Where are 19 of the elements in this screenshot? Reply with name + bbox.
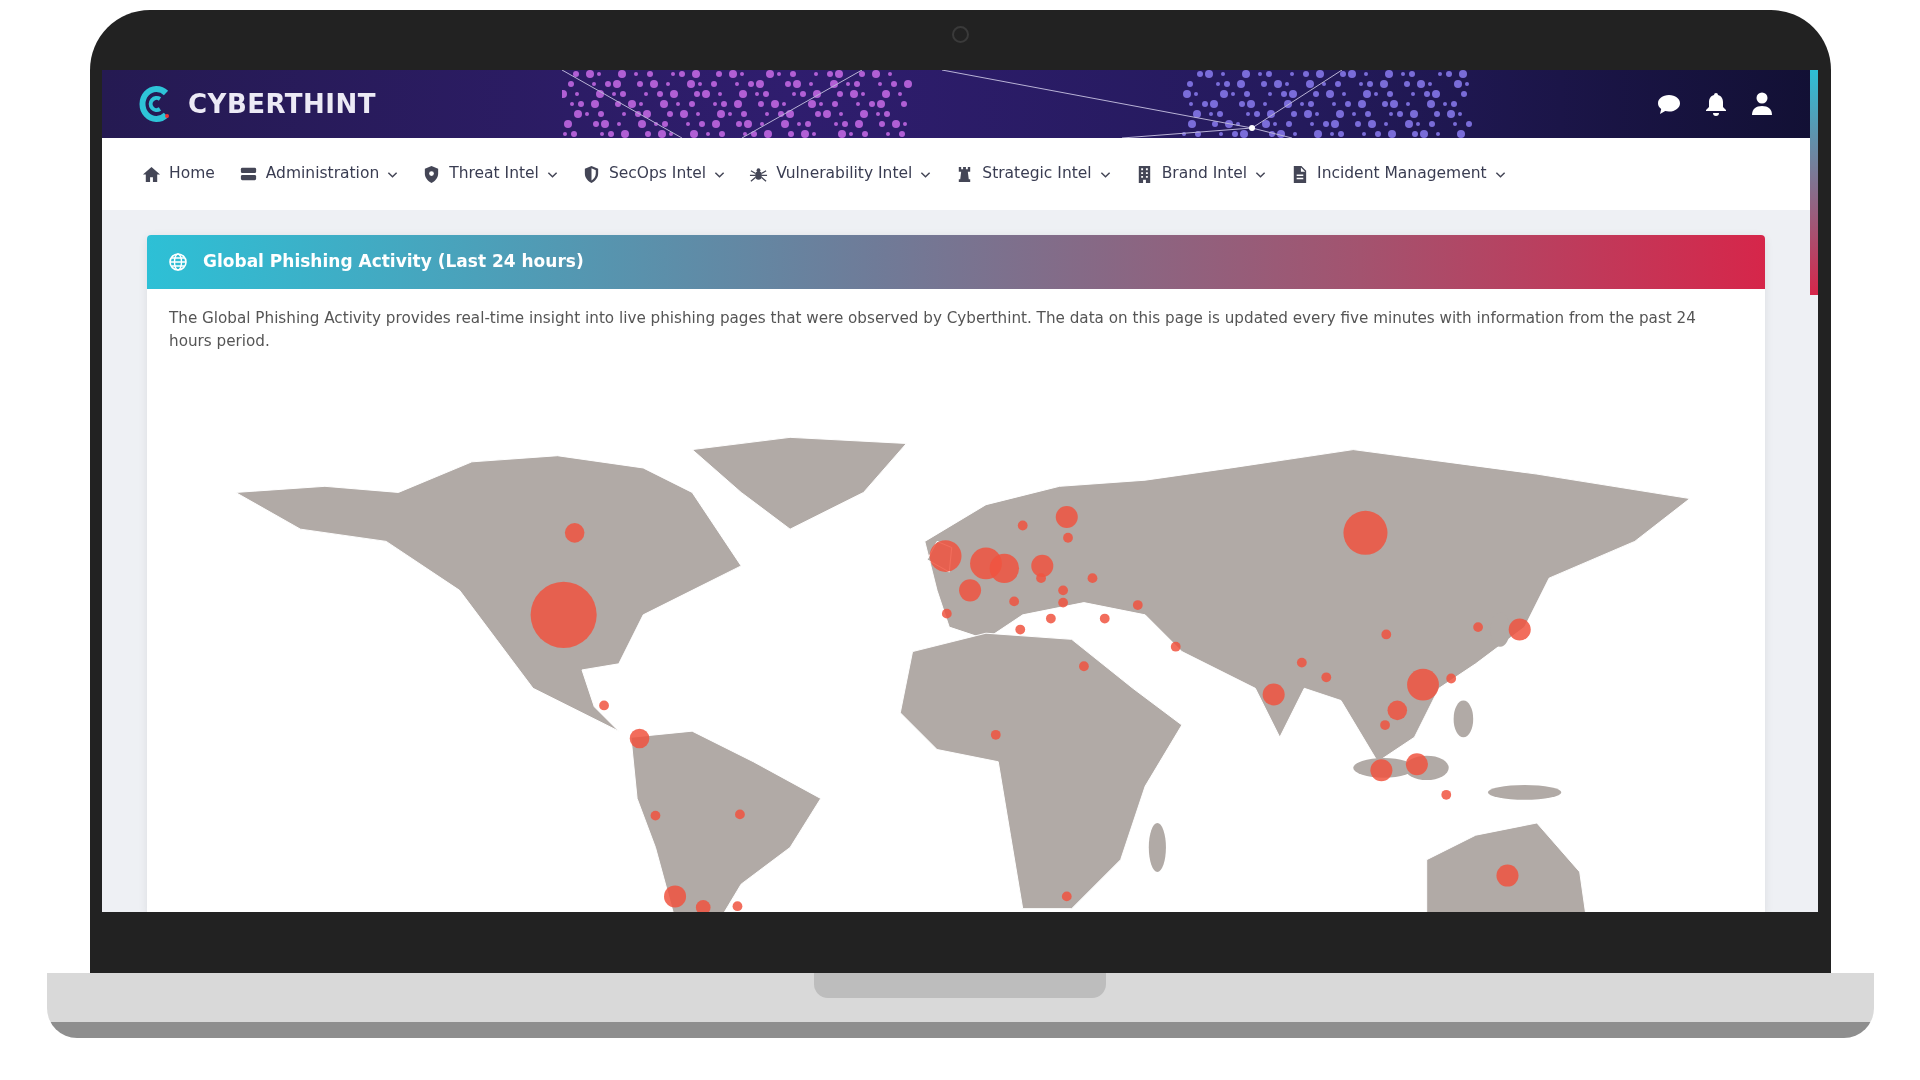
nav-link[interactable]: Threat Intel: [422, 162, 558, 186]
nav-link[interactable]: SecOps Intel: [581, 162, 726, 186]
bell-icon[interactable]: [1705, 92, 1727, 116]
nav-link[interactable]: Administration: [238, 162, 399, 186]
nav-link[interactable]: Incident Management: [1290, 162, 1506, 186]
scrollbar-thumb[interactable]: [1810, 70, 1818, 295]
logo-icon: [138, 85, 172, 123]
nav-link[interactable]: Home: [142, 162, 215, 186]
chat-icon[interactable]: [1657, 93, 1681, 115]
card-title: Global Phishing Activity (Last 24 hours): [203, 250, 584, 274]
description-text: The Global Phishing Activity provides real-time insight into live phishing pages that were observed by Cyberthint. The data on this page is updated every five minutes with information from the past 24 hours period.: [168, 308, 1697, 352]
user-icon[interactable]: [1751, 92, 1773, 116]
nav-link[interactable]: Brand Intel: [1134, 162, 1267, 186]
webcam-icon: [952, 26, 969, 43]
nav-link[interactable]: Vulnerability Intel: [749, 162, 932, 186]
globe-icon: [169, 253, 187, 271]
home-icon: [142, 164, 161, 184]
brand-name: CYBERTHINT: [188, 87, 376, 121]
nav-link[interactable]: Strategic Intel: [955, 162, 1111, 186]
